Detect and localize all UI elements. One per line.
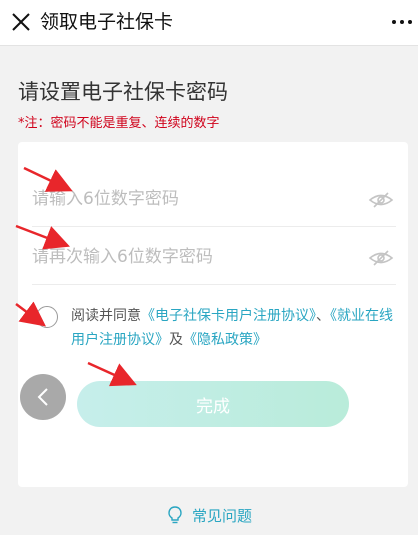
agreement-prefix: 阅读并同意 <box>71 308 141 324</box>
faq-label: 常见问题 <box>192 506 253 525</box>
password-input[interactable] <box>32 172 352 226</box>
user-agreement-link[interactable]: 《电子社保卡用户注册协议》 <box>141 308 316 324</box>
faq-link[interactable]: 常见问题 <box>166 503 252 527</box>
confirm-password-input[interactable] <box>32 230 352 284</box>
more-icon[interactable] <box>392 14 412 30</box>
confirm-password-field <box>32 230 396 285</box>
app-title: 领取电子社保卡 <box>40 11 174 33</box>
agreement-and: 及 <box>169 332 183 348</box>
back-button[interactable] <box>20 374 66 420</box>
lightbulb-icon <box>168 506 182 524</box>
agreement-separator: 、 <box>316 308 330 324</box>
password-field <box>32 172 396 227</box>
submit-button[interactable]: 完成 <box>77 381 349 427</box>
agreement-radio[interactable] <box>36 306 58 328</box>
page-heading: 请设置电子社保卡密码 <box>18 80 228 104</box>
top-bar: 领取电子社保卡 <box>0 0 418 46</box>
eye-hidden-icon[interactable] <box>368 191 394 209</box>
eye-hidden-icon[interactable] <box>368 249 394 267</box>
chevron-left-icon <box>37 388 48 406</box>
privacy-policy-link[interactable]: 《隐私政策》 <box>183 332 267 348</box>
close-icon[interactable] <box>8 9 34 35</box>
agreement-text: 阅读并同意《电子社保卡用户注册协议》、《就业在线用户注册协议》及《隐私政策》 <box>71 304 401 352</box>
password-rule-note: *注：密码不能是重复、连续的数字 <box>18 116 220 131</box>
